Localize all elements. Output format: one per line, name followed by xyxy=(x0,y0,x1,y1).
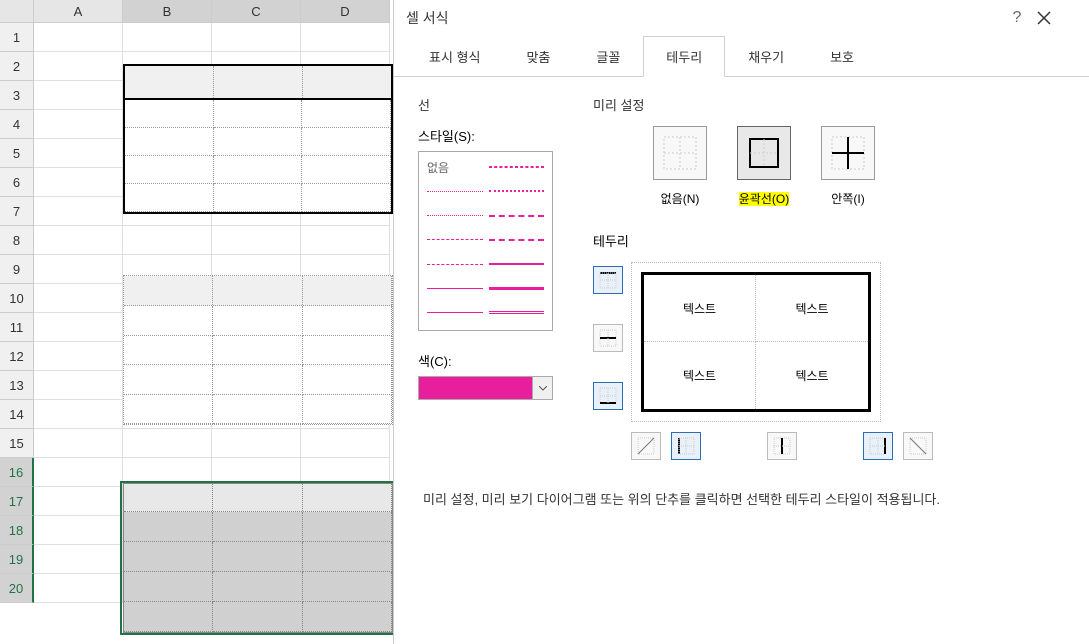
line-style-2[interactable] xyxy=(427,184,483,198)
line-style-6[interactable] xyxy=(427,233,483,247)
format-cells-dialog: 셀 서식 ? 표시 형식 맞춤 글꼴 테두리 채우기 보호 선 스타일(S): … xyxy=(393,0,1089,644)
border-left-icon xyxy=(677,437,695,455)
border-diag-down-icon xyxy=(909,437,927,455)
color-label: 색(C): xyxy=(418,351,563,370)
row-header-8[interactable]: 8 xyxy=(0,226,34,255)
row-headers: 1234567891011121314151617181920 xyxy=(0,23,34,603)
chevron-down-icon xyxy=(532,377,552,399)
tab-fill[interactable]: 채우기 xyxy=(725,36,807,77)
dialog-title: 셀 서식 xyxy=(406,8,997,28)
border-hmiddle-icon xyxy=(599,329,617,347)
row-header-6[interactable]: 6 xyxy=(0,168,34,197)
row-header-19[interactable]: 19 xyxy=(0,545,34,574)
line-style-7[interactable] xyxy=(489,233,545,247)
style-label: 스타일(S): xyxy=(418,126,563,145)
row-header-15[interactable]: 15 xyxy=(0,429,34,458)
sample-table-2 xyxy=(123,275,393,425)
border-diag-up-button[interactable] xyxy=(631,432,661,460)
row-header-14[interactable]: 14 xyxy=(0,400,34,429)
border-section-label: 테두리 xyxy=(593,231,1065,250)
line-style-12[interactable] xyxy=(427,306,483,320)
dialog-titlebar: 셀 서식 ? xyxy=(394,0,1089,36)
preset-outline[interactable]: 윤곽선(O) xyxy=(737,126,791,207)
line-style-10[interactable] xyxy=(427,281,483,295)
line-style-picker: 없음 xyxy=(418,151,553,331)
color-swatch xyxy=(419,377,532,399)
line-style-3[interactable] xyxy=(489,184,545,198)
hint-text: 미리 설정, 미리 보기 다이어그램 또는 위의 단추를 클릭하면 선택한 테두… xyxy=(423,490,1065,511)
preset-outline-icon xyxy=(746,135,782,171)
tab-number-format[interactable]: 표시 형식 xyxy=(406,36,503,77)
preview-cell-bl: 텍스트 xyxy=(644,342,756,409)
row-header-10[interactable]: 10 xyxy=(0,284,34,313)
col-header-a[interactable]: A xyxy=(34,0,123,23)
line-style-11[interactable] xyxy=(489,281,545,295)
preset-outline-label: 윤곽선(O) xyxy=(739,190,789,207)
tab-border[interactable]: 테두리 xyxy=(643,36,725,77)
col-header-c[interactable]: C xyxy=(212,0,301,23)
row-header-1[interactable]: 1 xyxy=(0,23,34,52)
preset-none-icon xyxy=(662,135,698,171)
preset-none[interactable]: 없음(N) xyxy=(653,126,707,207)
row-header-11[interactable]: 11 xyxy=(0,313,34,342)
row-header-2[interactable]: 2 xyxy=(0,52,34,81)
line-style-13[interactable] xyxy=(489,306,545,320)
sample-table-1 xyxy=(123,64,393,214)
dialog-tabs: 표시 형식 맞춤 글꼴 테두리 채우기 보호 xyxy=(394,36,1089,77)
row-header-17[interactable]: 17 xyxy=(0,487,34,516)
border-top-icon xyxy=(599,271,617,289)
color-picker[interactable] xyxy=(418,376,553,400)
close-button[interactable] xyxy=(1037,11,1077,25)
preset-none-label: 없음(N) xyxy=(661,190,700,207)
border-right-icon xyxy=(869,437,887,455)
row-header-18[interactable]: 18 xyxy=(0,516,34,545)
tab-alignment[interactable]: 맞춤 xyxy=(503,36,573,77)
line-style-8[interactable] xyxy=(427,257,483,271)
border-diag-down-button[interactable] xyxy=(903,432,933,460)
border-vmiddle-button[interactable] xyxy=(767,432,797,460)
border-diag-up-icon xyxy=(637,437,655,455)
border-bottom-icon xyxy=(599,387,617,405)
line-style-9[interactable] xyxy=(489,257,545,271)
spreadsheet: A B C D 1234567891011121314151617181920 xyxy=(0,0,393,644)
line-style-5[interactable] xyxy=(489,209,545,223)
row-header-12[interactable]: 12 xyxy=(0,342,34,371)
preset-group-label: 미리 설정 xyxy=(593,95,1065,114)
row-header-3[interactable]: 3 xyxy=(0,81,34,110)
row-header-16[interactable]: 16 xyxy=(0,458,34,487)
border-hmiddle-button[interactable] xyxy=(593,324,623,352)
preset-inside-label: 안쪽(I) xyxy=(831,190,864,207)
border-vmiddle-icon xyxy=(773,437,791,455)
preview-cell-tl: 텍스트 xyxy=(644,275,756,342)
help-button[interactable]: ? xyxy=(997,9,1037,27)
row-header-5[interactable]: 5 xyxy=(0,139,34,168)
sample-table-3-selected xyxy=(123,483,393,633)
preset-inside-icon xyxy=(830,135,866,171)
border-bottom-button[interactable] xyxy=(593,382,623,410)
tab-protection[interactable]: 보호 xyxy=(807,36,877,77)
col-header-b[interactable]: B xyxy=(123,0,212,23)
row-header-7[interactable]: 7 xyxy=(0,197,34,226)
col-header-d[interactable]: D xyxy=(301,0,390,23)
preview-cell-br: 텍스트 xyxy=(756,342,868,409)
line-style-1[interactable] xyxy=(489,160,545,174)
preview-cell-tr: 텍스트 xyxy=(756,275,868,342)
select-all-corner[interactable] xyxy=(0,0,34,23)
border-left-button[interactable] xyxy=(671,432,701,460)
column-headers: A B C D xyxy=(34,0,390,23)
line-style-4[interactable] xyxy=(427,209,483,223)
border-top-button[interactable] xyxy=(593,266,623,294)
border-right-button[interactable] xyxy=(863,432,893,460)
close-icon xyxy=(1037,11,1051,25)
preset-inside[interactable]: 안쪽(I) xyxy=(821,126,875,207)
line-group-label: 선 xyxy=(418,95,563,114)
row-header-13[interactable]: 13 xyxy=(0,371,34,400)
row-header-4[interactable]: 4 xyxy=(0,110,34,139)
tab-font[interactable]: 글꼴 xyxy=(573,36,643,77)
row-header-9[interactable]: 9 xyxy=(0,255,34,284)
border-preview[interactable]: 텍스트 텍스트 텍스트 텍스트 xyxy=(641,272,871,412)
row-header-20[interactable]: 20 xyxy=(0,574,34,603)
line-style-none[interactable]: 없음 xyxy=(427,160,483,174)
